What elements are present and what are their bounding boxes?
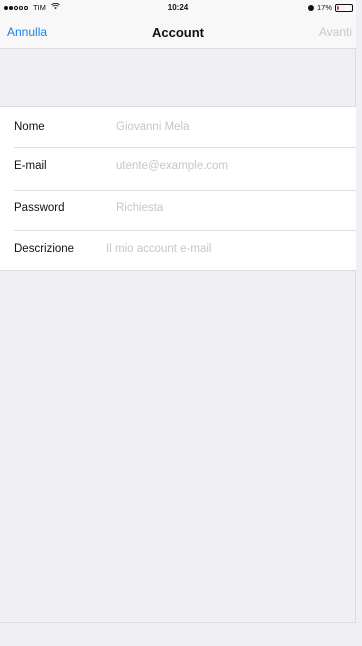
divider xyxy=(14,190,356,191)
page-title: Account xyxy=(152,25,204,40)
name-label: Nome xyxy=(14,120,45,133)
next-button[interactable]: Avanti xyxy=(319,25,352,39)
screen-frame: TIM 10:24 17% Annulla Account Avanti Nom… xyxy=(0,0,356,623)
name-row[interactable]: Nome Giovanni Mela xyxy=(0,112,356,141)
email-field[interactable]: utente@example.com xyxy=(116,160,228,172)
status-time: 10:24 xyxy=(167,3,189,12)
description-field[interactable]: Il mio account e-mail xyxy=(106,243,211,255)
status-right: 17% xyxy=(307,3,353,12)
password-row[interactable]: Password Richiesta xyxy=(0,193,356,222)
nav-bar: Annulla Account Avanti xyxy=(0,16,356,49)
description-label: Descrizione xyxy=(14,242,75,255)
phone-screen: TIM 10:24 17% Annulla Account Avanti Nom… xyxy=(0,0,362,646)
email-row[interactable]: E-mail utente@example.com xyxy=(0,151,356,180)
account-form: Nome Giovanni Mela E-mail utente@example… xyxy=(0,106,356,271)
moon-icon xyxy=(307,4,314,11)
battery-fill xyxy=(337,5,339,10)
status-bar: TIM 10:24 17% xyxy=(0,0,356,16)
name-field[interactable]: Giovanni Mela xyxy=(116,121,190,133)
description-row[interactable]: Descrizione Il mio account e-mail xyxy=(0,234,356,263)
battery-icon xyxy=(335,3,353,12)
password-label: Password xyxy=(14,201,65,214)
divider xyxy=(14,230,356,231)
battery-percent: 17% xyxy=(316,3,332,12)
password-field[interactable]: Richiesta xyxy=(116,202,163,214)
email-label: E-mail xyxy=(14,159,47,172)
divider xyxy=(14,147,356,148)
